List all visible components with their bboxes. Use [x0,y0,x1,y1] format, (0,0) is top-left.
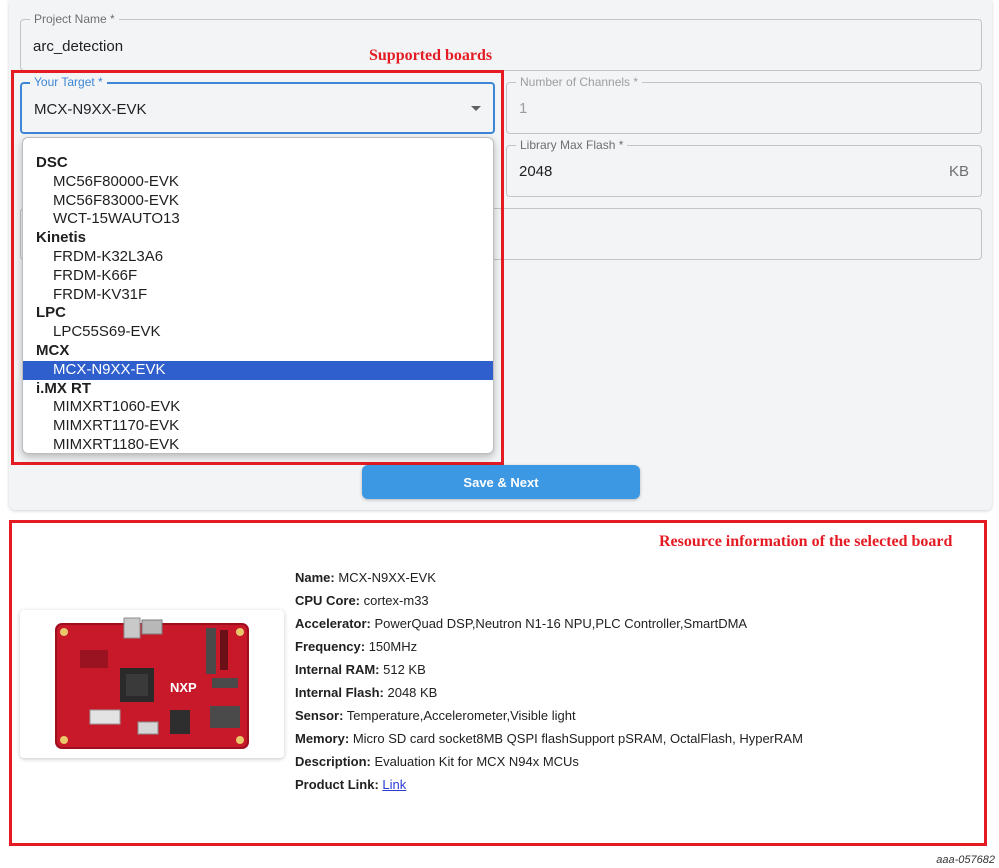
info-row: Sensor: Temperature,Accelerometer,Visibl… [295,708,576,723]
info-row: Name: MCX-N9XX-EVK [295,570,436,585]
info-row: Accelerator: PowerQuad DSP,Neutron N1-16… [295,616,748,631]
dropdown-option[interactable]: FRDM-K32L3A6 [23,248,493,267]
dropdown-option[interactable]: LPC55S69-EVK [23,323,493,342]
resource-info-annotation: Resource information of the selected boa… [659,533,953,550]
info-row: Description: Evaluation Kit for MCX N94x… [295,754,579,769]
board-image-card: NXP [20,610,284,758]
dropdown-group-header: Kinetis [36,229,87,247]
channels-field: Number of Channels * 1 [506,75,982,134]
project-name-label: Project Name * [30,12,119,26]
channels-value: 1 [519,100,528,117]
info-row: Memory: Micro SD card socket8MB QSPI fla… [295,731,803,746]
dropdown-group-header: DSC [36,154,68,171]
dropdown-group-header: LPC [36,304,66,322]
dropdown-option-selected[interactable]: MCX-N9XX-EVK [23,360,493,380]
svg-text:NXP: NXP [170,680,197,695]
info-row: Internal Flash: 2048 KB [295,685,438,700]
dropdown-option[interactable]: FRDM-KV31F [23,286,493,305]
max-flash-field[interactable]: Library Max Flash * 2048 KB [506,138,982,197]
dropdown-option[interactable]: MC56F83000-EVK [23,192,493,211]
max-flash-value: 2048 [519,163,553,180]
board-photo: NXP [55,617,249,749]
info-row: CPU Core: cortex-m33 [295,593,429,608]
dropdown-option[interactable]: MC56F80000-EVK [23,173,493,192]
max-flash-unit: KB [948,163,969,180]
max-flash-label: Library Max Flash * [516,138,628,152]
project-name-value: arc_detection [33,38,124,55]
project-name-field[interactable]: Project Name * arc_detection [20,12,982,71]
product-link[interactable]: Link [382,777,406,792]
figure-id: aaa-057682 [936,854,995,866]
dropdown-option[interactable]: MIMXRT1060-EVK [23,398,493,417]
dropdown-group-header: i.MX RT [36,379,91,397]
target-dropdown-menu: DSC MC56F80000-EVK MC56F83000-EVK WCT-15… [22,137,494,454]
info-row: Internal RAM: 512 KB [295,662,426,677]
dropdown-option[interactable]: MIMXRT1170-EVK [23,417,493,436]
save-next-button[interactable]: Save & Next [362,465,640,499]
dropdown-group-header: MCX [36,342,70,359]
dropdown-option[interactable]: WCT-15WAUTO13 [23,210,493,229]
supported-boards-annotation: Supported boards [369,47,493,64]
info-row: Frequency: 150MHz [295,639,418,654]
channels-label: Number of Channels * [516,75,643,89]
dropdown-option[interactable]: MIMXRT1180-EVK [23,436,493,453]
product-link-row: Product Link: Link [295,777,407,792]
dropdown-option[interactable]: FRDM-K66F [23,267,493,286]
